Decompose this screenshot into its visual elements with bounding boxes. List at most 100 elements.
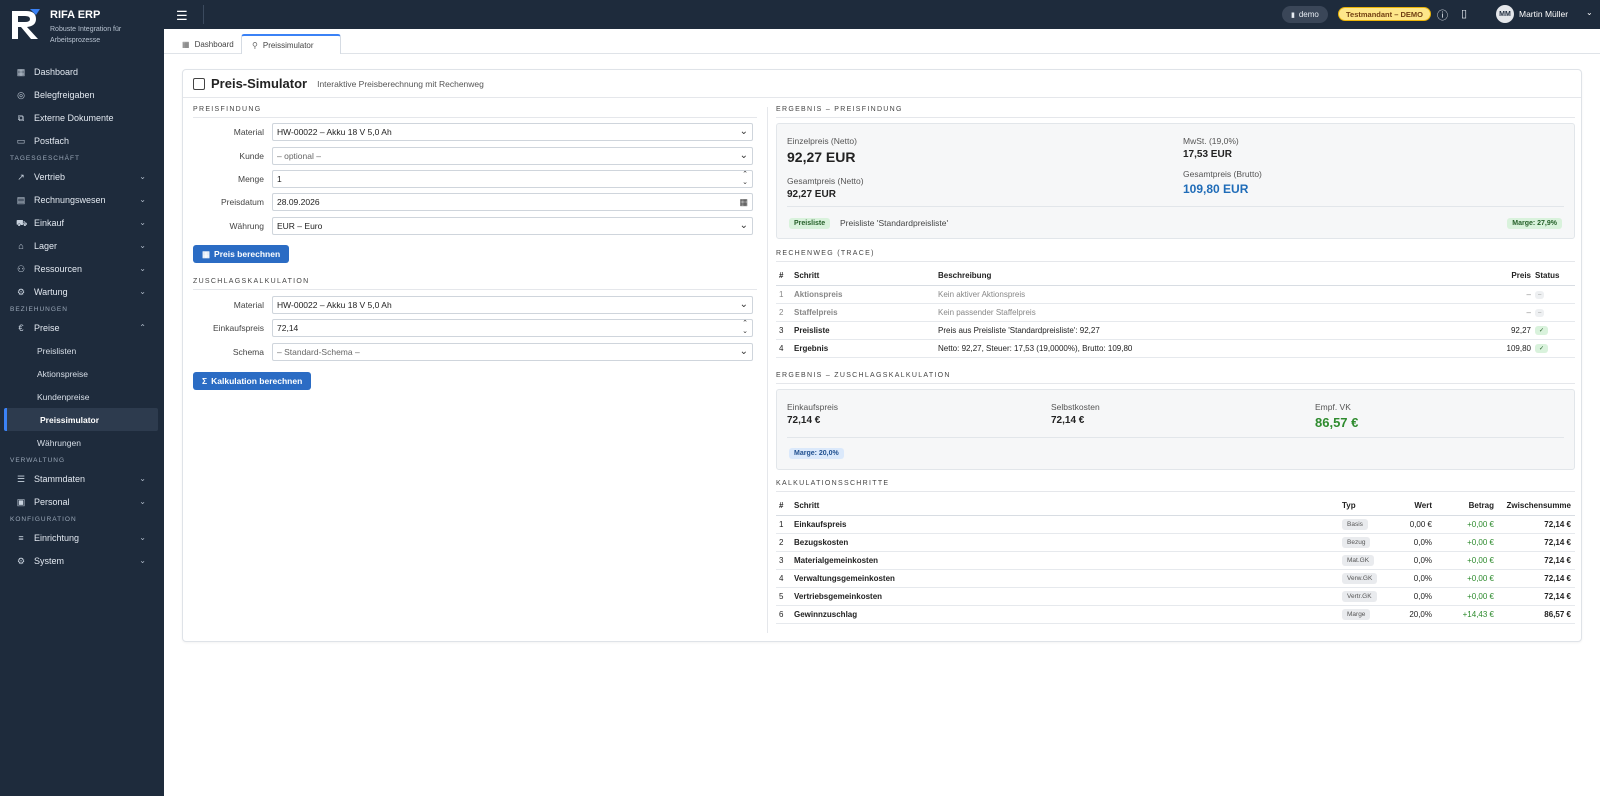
table-row[interactable]: 2 Bezugskosten Bezug 0,0% +0,00 €72,14 €: [776, 533, 1575, 552]
card-header: Preis-Simulator Interaktive Preisberechn…: [193, 76, 484, 91]
preis-berechnen-button[interactable]: ▦ Preis berechnen: [193, 245, 290, 263]
tab-dashboard[interactable]: ▦ Dashboard: [172, 34, 244, 54]
step-number: 2: [776, 303, 794, 322]
sidebar-item-ressourcen[interactable]: ⚇ Ressourcen ⌄: [0, 257, 164, 280]
sidebar-nav: ▦ Dashboard ◎ Belegfreigaben ⧉ Externe Doku…: [0, 60, 164, 572]
chevron-down-icon: ⌄: [739, 126, 748, 137]
list-icon: ☰: [16, 473, 26, 484]
step-description: Kein passender Staffelpreis: [938, 303, 1475, 322]
calendar-icon[interactable]: ▦: [739, 197, 748, 208]
step-status: –: [1535, 303, 1575, 322]
einkaufspreis-input[interactable]: 72,14 ⌃ ⌄: [272, 319, 753, 337]
gesamtpreis-netto: Gesamtpreis (Netto) 92,27 EUR: [787, 176, 864, 200]
cart-icon: ⛟: [16, 217, 28, 228]
divider: [183, 97, 1581, 98]
testmandant-badge: Testmandant – DEMO: [1338, 7, 1431, 21]
zuschlag-marge-badge: Marge: 20,0%: [789, 447, 844, 459]
brand[interactable]: RIFA ERP Robuste Integration für Arbeits…: [0, 0, 164, 48]
preisdatum-input[interactable]: 28.09.2026 ▦: [272, 193, 753, 211]
sidebar-item-preise[interactable]: € Preise ⌃: [0, 316, 164, 339]
topbar-divider: [203, 5, 204, 24]
step-subtotal: 72,14 €: [1498, 533, 1575, 552]
waehrung-select[interactable]: EUR – Euro ⌄: [272, 217, 753, 235]
step-type: Bezug: [1342, 533, 1392, 552]
preisliste-badge: Preisliste: [789, 217, 831, 229]
status-badge: –: [1535, 309, 1545, 317]
section-preisfindung: PREISFINDUNG: [193, 106, 757, 118]
step-name: Ergebnis: [794, 339, 938, 358]
step-type: Marge: [1342, 605, 1392, 624]
kunde-select[interactable]: – optional – ⌄: [272, 147, 753, 165]
chevron-down-icon: ⌄: [139, 264, 146, 273]
table-row[interactable]: 4 Ergebnis Netto: 92,27, Steuer: 17,53 (19…: [776, 339, 1575, 358]
step-value: 0,00 €: [1392, 515, 1436, 534]
step-price: –: [1475, 303, 1535, 322]
help-icon[interactable]: ⓘ: [1437, 7, 1448, 23]
topbar: ☰ ▮ demo Testmandant – DEMO ⓘ ▯ MM Martin…: [164, 0, 1600, 29]
sigma-icon: Σ: [202, 376, 208, 386]
menge-input[interactable]: 1 ⌃ ⌄: [272, 170, 753, 188]
table-row[interactable]: 1 Einkaufspreis Basis 0,00 € +0,00 €72,14 €: [776, 515, 1575, 534]
preis-simulator-card: Preis-Simulator Interaktive Preisberechn…: [182, 69, 1582, 642]
step-price: –: [1475, 285, 1535, 304]
external-doc-icon: ⧉: [17, 112, 25, 123]
sidebar-sub-kundenpreise[interactable]: Kundenpreise: [0, 385, 164, 408]
sidebar-item-vertrieb[interactable]: ↗ Vertrieb ⌄: [0, 165, 164, 188]
stepper-icon[interactable]: ⌃ ⌄: [742, 320, 748, 336]
sidebar-item-personal[interactable]: ▣ Personal ⌄: [0, 490, 164, 513]
sidebar-item-belegfreigaben[interactable]: ◎ Belegfreigaben: [0, 83, 164, 106]
sidebar-item-dashboard[interactable]: ▦ Dashboard: [0, 60, 164, 83]
sidebar-sub-preislisten[interactable]: Preislisten: [0, 339, 164, 362]
table-row[interactable]: 3 Preisliste Preis aus Preisliste 'Standar…: [776, 321, 1575, 340]
material-select[interactable]: HW-00022 – Akku 18 V 5,0 Ah ⌄: [272, 123, 753, 141]
table-row[interactable]: 4 Verwaltungsgemeinkosten Verw.GK 0,0% +0,00…: [776, 569, 1575, 588]
menu-icon[interactable]: ☰: [176, 8, 188, 24]
tab-preissimulator[interactable]: ⚲ Preissimulator: [241, 34, 341, 54]
table-row[interactable]: 2 Staffelpreis Kein passender Staffelpreis…: [776, 303, 1575, 322]
sidebar-item-lager[interactable]: ⌂ Lager ⌄: [0, 234, 164, 257]
sidebar-item-rechnungswesen[interactable]: ▤ Rechnungswesen ⌄: [0, 188, 164, 211]
chevron-down-icon[interactable]: ⌄: [1586, 8, 1593, 17]
sidebar-item-externe-dokumente[interactable]: ⧉ Externe Dokumente: [0, 106, 164, 129]
tenant-pill[interactable]: ▮ demo: [1282, 6, 1328, 23]
step-status: –: [1535, 285, 1575, 304]
inbox-icon: ▭: [16, 135, 26, 146]
step-number: 2: [776, 533, 794, 552]
table-header: # Schritt Typ Wert Betrag Zwischensumme: [776, 497, 1575, 516]
sliders-icon: ≡: [18, 532, 24, 543]
marge-badge: Marge: 27,9%: [1507, 217, 1562, 229]
stepper-icon[interactable]: ⌃ ⌄: [742, 171, 748, 187]
section-tagesgeschaeft: TAGESGESCHÄFT: [10, 155, 80, 162]
sidebar-item-einrichtung[interactable]: ≡ Einrichtung ⌄: [0, 526, 164, 549]
menge-row: Menge 1 ⌃ ⌄: [193, 170, 753, 188]
chevron-down-icon: ⌄: [139, 474, 146, 483]
user-name[interactable]: Martin Müller: [1519, 9, 1568, 19]
sidebar-item-einkauf[interactable]: ⛟ Einkauf ⌄: [0, 211, 164, 234]
sidebar-item-postfach[interactable]: ▭ Postfach: [0, 129, 164, 152]
sidebar-sub-preissimulator[interactable]: Preissimulator: [4, 408, 158, 431]
table-row[interactable]: 6 Gewinnzuschlag Marge 20,0% +14,43 €86,57 €: [776, 605, 1575, 624]
book-icon[interactable]: ▯: [1461, 7, 1467, 20]
avatar[interactable]: MM: [1496, 5, 1514, 23]
ergebnis-zuschlag-box: Einkaufspreis 72,14 € Selbstkosten 72,14 €…: [776, 389, 1575, 470]
zuschlag-material-select[interactable]: HW-00022 – Akku 18 V 5,0 Ah ⌄: [272, 296, 753, 314]
sidebar-item-system[interactable]: ⚙ System ⌄: [0, 549, 164, 572]
chevron-down-icon: ⌄: [139, 287, 146, 296]
table-row[interactable]: 3 Materialgemeinkosten Mat.GK 0,0% +0,00 €72…: [776, 551, 1575, 570]
system-icon: ⚙: [16, 555, 26, 566]
sidebar-sub-waehrungen[interactable]: Währungen: [0, 431, 164, 454]
schema-select[interactable]: – Standard-Schema – ⌄: [272, 343, 753, 361]
table-row[interactable]: 1 Aktionspreis Kein aktiver Aktionspreis – –: [776, 285, 1575, 304]
kalkulation-berechnen-button[interactable]: Σ Kalkulation berechnen: [193, 372, 312, 390]
sidebar-sub-aktionspreise[interactable]: Aktionspreise: [0, 362, 164, 385]
section-rechenweg: RECHENWEG (TRACE): [776, 250, 1575, 262]
step-name: Bezugskosten: [794, 533, 1342, 552]
step-value: 0,0%: [1392, 569, 1436, 588]
einkaufspreis-result: Einkaufspreis 72,14 €: [787, 402, 839, 426]
type-badge: Vertr.GK: [1342, 590, 1377, 602]
sidebar-item-stammdaten[interactable]: ☰ Stammdaten ⌄: [0, 467, 164, 490]
table-row[interactable]: 5 Vertriebsgemeinkosten Vertr.GK 0,0% +0,00 …: [776, 587, 1575, 606]
type-badge: Verw.GK: [1342, 572, 1378, 584]
sidebar-item-wartung[interactable]: ⚙ Wartung ⌄: [0, 280, 164, 303]
chevron-down-icon: ⌄: [139, 497, 146, 506]
